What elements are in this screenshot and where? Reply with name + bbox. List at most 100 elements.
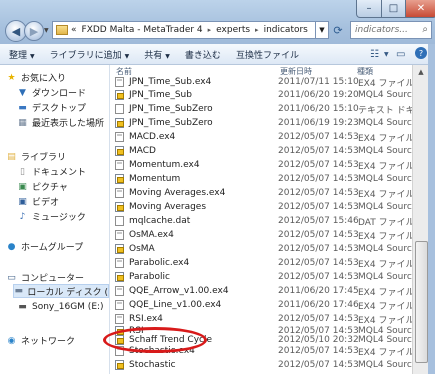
- file-row[interactable]: OsMA.ex4 2012/05/07 14:53 EX4 ファイル: [110, 228, 414, 242]
- sidebar-item-computer[interactable]: ▭ コンピューター: [6, 271, 84, 285]
- ex4-file-icon: [115, 230, 124, 240]
- organize-label: 整理: [9, 50, 28, 61]
- explorer-window: – □ ✕ ◀ ▶ ▼ « FXDD Malta - MetaTrader 4 …: [0, 0, 435, 374]
- sidebar-item-label: ダウンロード: [32, 89, 87, 99]
- breadcrumb-separator-icon[interactable]: ▸: [255, 26, 259, 34]
- search-icon[interactable]: ⌕: [422, 24, 428, 35]
- file-row[interactable]: JPN_Time_Sub.ex4 2011/07/11 15:10 EX4 ファイル: [110, 75, 415, 89]
- folder-icon: [56, 25, 68, 35]
- breadcrumb-indicators[interactable]: indicators: [264, 25, 308, 35]
- file-row[interactable]: Moving Averages.ex4 2012/05/07 14:53 EX4 フ…: [110, 186, 414, 200]
- minimize-button[interactable]: –: [356, 0, 382, 18]
- refresh-icon[interactable]: ⟳: [330, 21, 346, 39]
- file-date: 2012/05/07 14:53: [278, 272, 359, 282]
- file-name: QQE_Arrow_v1.00.ex4: [129, 286, 229, 296]
- sidebar-item-music[interactable]: ♪ ミュージック: [17, 210, 86, 224]
- file-type: EX4 ファイル: [358, 161, 415, 172]
- sidebar-item-recent-places[interactable]: ▦ 最近表示した場所: [17, 116, 104, 130]
- pictures-icon: ▣: [18, 181, 27, 192]
- file-row[interactable]: MACD.ex4 2012/05/07 14:53 EX4 ファイル: [110, 130, 414, 144]
- sidebar-item-label: お気に入り: [21, 74, 67, 84]
- breadcrumb-root[interactable]: FXDD Malta - MetaTrader 4: [82, 25, 203, 35]
- recent-places-icon: ▦: [18, 117, 27, 128]
- dat-file-icon: [115, 216, 124, 226]
- sidebar-item-label: デスクトップ: [32, 104, 87, 114]
- address-bar[interactable]: « FXDD Malta - MetaTrader 4 ▸ experts ▸ …: [52, 21, 316, 39]
- file-type: EX4 ファイル: [358, 301, 415, 312]
- file-type: EX4 ファイル: [358, 347, 415, 358]
- mql4-source-file-icon: [115, 244, 124, 254]
- file-date: 2012/05/07 14:53: [278, 160, 359, 170]
- file-name: JPN_Time_SubZero: [129, 104, 213, 114]
- burn-button[interactable]: 書き込む: [185, 48, 221, 61]
- scrollbar-thumb[interactable]: [415, 241, 428, 363]
- sidebar-item-pictures[interactable]: ▣ ピクチャ: [17, 180, 68, 194]
- add-to-library-button[interactable]: ライブラリに追加 ▼: [50, 48, 130, 61]
- file-row[interactable]: QQE_Line_v1.00.ex4 2011/06/20 17:46 EX4 ファ…: [110, 298, 415, 312]
- mql4-source-file-icon: [115, 90, 124, 100]
- file-row[interactable]: Momentum.ex4 2012/05/07 14:53 EX4 ファイル: [110, 158, 415, 172]
- share-label: 共有: [144, 50, 163, 61]
- maximize-button[interactable]: □: [381, 0, 406, 18]
- file-name: OsMA.ex4: [129, 230, 174, 240]
- breadcrumb-experts[interactable]: experts: [216, 25, 250, 35]
- help-icon[interactable]: ?: [415, 47, 427, 59]
- address-overflow[interactable]: «: [71, 25, 77, 35]
- recent-pages-dropdown-icon[interactable]: ▼: [44, 27, 49, 34]
- file-row[interactable]: QQE_Arrow_v1.00.ex4 2011/06/20 17:45 EX4 フ…: [110, 284, 415, 298]
- mql4-source-file-icon: [115, 118, 124, 128]
- sidebar-item-local-disk[interactable]: ▬ ローカル ディスク (: [13, 284, 109, 298]
- sidebar-item-videos[interactable]: ▣ ビデオ: [17, 195, 60, 209]
- file-name: OsMA: [129, 244, 155, 254]
- organize-button[interactable]: 整理 ▼: [9, 48, 35, 61]
- preview-pane-icon[interactable]: ▭: [396, 47, 405, 61]
- sidebar-item-homegroup[interactable]: ● ホームグループ: [6, 240, 84, 254]
- file-row[interactable]: JPN_Time_Sub 2011/06/20 19:20 MQL4 Source …: [110, 88, 425, 102]
- file-name: MACD.ex4: [129, 132, 176, 142]
- compatibility-files-button[interactable]: 互換性ファイル: [236, 48, 299, 61]
- sidebar-item-favorites[interactable]: ★ お気に入り: [6, 71, 67, 85]
- view-options-icon[interactable]: ☷: [370, 47, 379, 61]
- sidebar-item-label: ドキュメント: [32, 168, 87, 178]
- file-row[interactable]: Moving Averages 2012/05/07 14:53 MQL4 Sour…: [110, 200, 425, 214]
- sidebar-item-network[interactable]: ◉ ネットワーク: [6, 334, 76, 348]
- file-row[interactable]: Parabolic 2012/05/07 14:53 MQL4 Source F: [110, 270, 425, 284]
- file-row[interactable]: JPN_Time_SubZero 2011/06/19 19:23 MQL4 Sou…: [110, 116, 425, 130]
- file-row[interactable]: Parabolic.ex4 2012/05/07 14:53 EX4 ファイル: [110, 256, 414, 270]
- sidebar-item-label: Sony_16GM (E:): [32, 302, 104, 312]
- file-type: EX4 ファイル: [358, 78, 415, 89]
- file-row[interactable]: mqlcache.dat 2012/05/07 15:46 DAT ファイル: [110, 214, 415, 228]
- ex4-file-icon: [115, 188, 124, 198]
- scroll-up-arrow-icon[interactable]: ▲: [413, 65, 429, 79]
- homegroup-icon: ●: [7, 241, 16, 252]
- sidebar-item-desktop[interactable]: ▬ デスクトップ: [17, 101, 87, 115]
- sidebar-item-downloads[interactable]: ▼ ダウンロード: [17, 86, 87, 100]
- file-date: 2012/05/07 14:53: [278, 230, 359, 240]
- ex4-file-icon: [115, 286, 124, 296]
- file-row[interactable]: OsMA 2012/05/07 14:53 MQL4 Source F: [110, 242, 425, 256]
- file-name: Parabolic.ex4: [129, 258, 190, 268]
- sidebar-item-label: ビデオ: [32, 198, 60, 208]
- file-row[interactable]: Momentum 2012/05/07 14:53 MQL4 Source F: [110, 172, 425, 186]
- close-button[interactable]: ✕: [405, 0, 435, 18]
- mql4-source-file-icon: [115, 146, 124, 156]
- sidebar-item-usb-drive[interactable]: ▬ Sony_16GM (E:): [17, 302, 104, 312]
- share-button[interactable]: 共有 ▼: [144, 48, 170, 61]
- file-row[interactable]: JPN_Time_SubZero 2011/06/20 15:10 テキスト ドキュ: [110, 102, 424, 116]
- forward-button[interactable]: ▶: [24, 21, 44, 41]
- search-input[interactable]: indicators... ⌕: [350, 21, 432, 39]
- address-history-dropdown-icon[interactable]: ▼: [316, 21, 329, 39]
- file-type: EX4 ファイル: [358, 287, 415, 298]
- file-row[interactable]: MACD 2012/05/07 14:53 MQL4 Source F: [110, 144, 425, 158]
- view-options-dropdown-icon[interactable]: ▼: [384, 47, 389, 61]
- sidebar-item-documents[interactable]: ▯ ドキュメント: [17, 165, 87, 179]
- sidebar-item-label: ローカル ディスク (: [27, 287, 108, 298]
- file-date: 2012/05/07 14:53: [278, 360, 359, 370]
- sidebar-item-label: ネットワーク: [21, 337, 76, 347]
- sidebar-item-libraries[interactable]: ▤ ライブラリ: [6, 150, 66, 164]
- vertical-scrollbar[interactable]: ▲: [412, 65, 429, 374]
- ex4-file-icon: [115, 314, 124, 324]
- breadcrumb-separator-icon[interactable]: ▸: [208, 26, 212, 34]
- file-row[interactable]: Stochastic 2012/05/07 14:53 MQL4 Source F: [110, 358, 425, 372]
- sidebar-item-label: ミュージック: [32, 213, 86, 223]
